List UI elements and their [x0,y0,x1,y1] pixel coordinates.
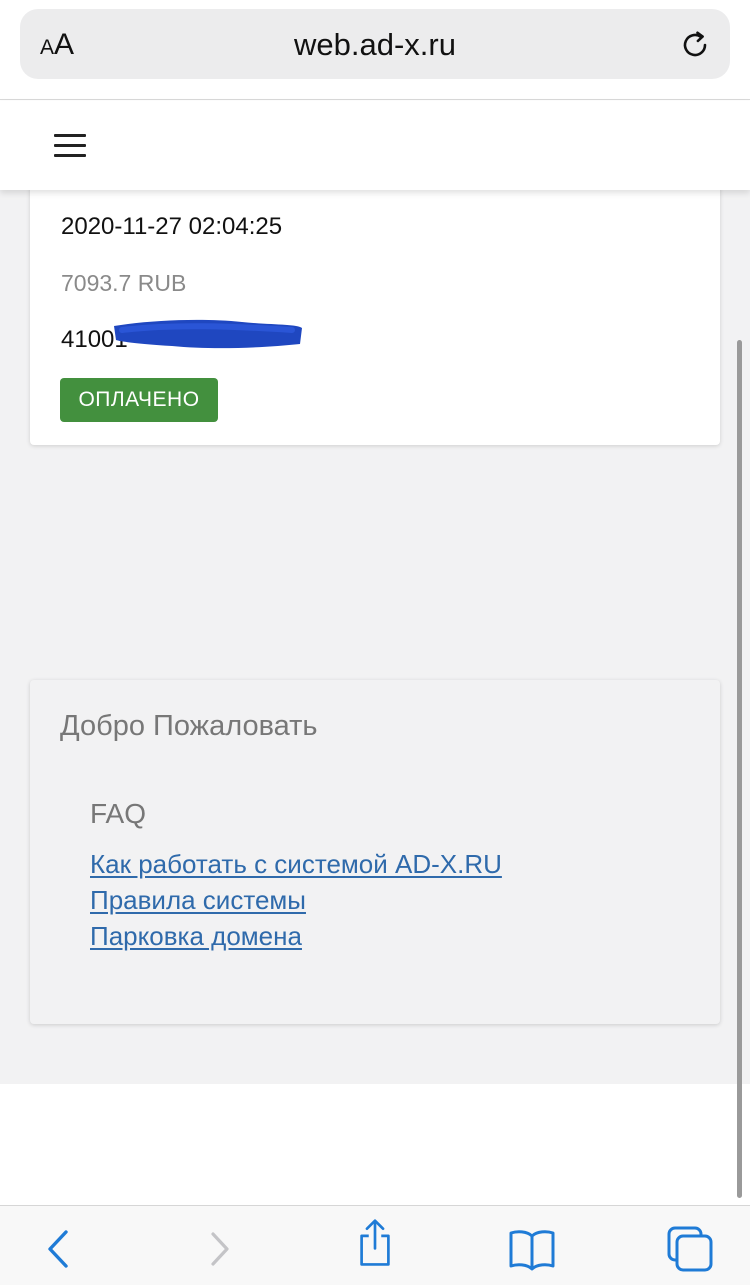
payment-card: 2020-11-27 02:04:25 7093.7 RUB 41001 ОПЛ… [30,180,720,445]
bookmarks-book-icon[interactable] [507,1224,557,1274]
payment-datetime: 2020-11-27 02:04:25 [61,213,283,240]
redaction-scribble [114,319,302,349]
tabs-icon[interactable] [665,1224,715,1274]
scrollbar[interactable] [737,340,742,1198]
forward-chevron-icon[interactable] [195,1224,245,1274]
welcome-card: Добро Пожаловать FAQ Как работать с сист… [30,680,720,1024]
faq-link-domain-parking[interactable]: Парковка домена [90,918,502,954]
share-icon[interactable] [350,1218,400,1268]
address-bar[interactable]: AA web.ad-x.ru [20,9,730,79]
faq-links: Как работать с системой AD-X.RU Правила … [90,846,502,954]
reload-icon[interactable] [678,28,712,62]
browser-top-bar: AA web.ad-x.ru [0,0,750,100]
hamburger-menu-icon[interactable] [54,134,86,158]
faq-link-rules[interactable]: Правила системы [90,882,502,918]
back-chevron-icon[interactable] [36,1224,86,1274]
status-badge: ОПЛАЧЕНО [60,378,218,422]
browser-bottom-toolbar [0,1205,750,1285]
site-header [0,101,750,190]
welcome-title: Добро Пожаловать [60,710,318,742]
faq-heading: FAQ [90,798,147,829]
payment-amount: 7093.7 RUB [61,270,187,296]
url-text[interactable]: web.ad-x.ru [20,27,730,63]
faq-link-how-to-work[interactable]: Как работать с системой AD-X.RU [90,846,502,882]
